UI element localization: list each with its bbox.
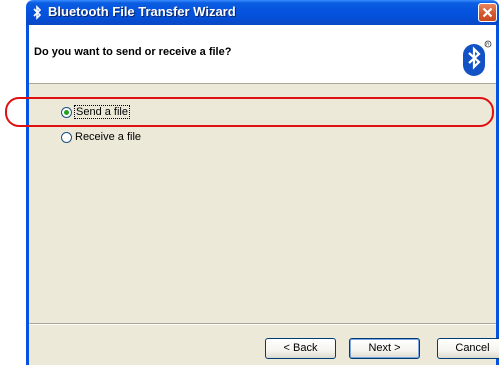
close-icon [482, 7, 493, 18]
svg-text:R: R [486, 42, 490, 47]
page-title: Do you want to send or receive a file? [34, 46, 232, 58]
next-button[interactable]: Next > [349, 338, 420, 359]
wizard-header: Do you want to send or receive a file? R [29, 25, 496, 84]
close-button[interactable] [478, 3, 497, 22]
title-bar[interactable]: Bluetooth File Transfer Wizard [26, 0, 499, 25]
wizard-body: Do you want to send or receive a file? R… [26, 25, 499, 365]
cancel-button[interactable]: Cancel [437, 338, 499, 359]
receive-file-option[interactable]: Receive a file [61, 129, 141, 145]
receive-file-label[interactable]: Receive a file [75, 131, 141, 143]
bluetooth-logo-icon: R [463, 40, 492, 76]
back-button[interactable]: < Back [265, 338, 336, 359]
receive-file-radio[interactable] [61, 131, 72, 143]
window-title: Bluetooth File Transfer Wizard [48, 4, 236, 19]
button-separator [29, 323, 496, 325]
bluetooth-icon [33, 5, 42, 20]
wizard-window: Bluetooth File Transfer Wizard Do you wa… [26, 0, 499, 365]
highlight-annotation [5, 97, 494, 127]
